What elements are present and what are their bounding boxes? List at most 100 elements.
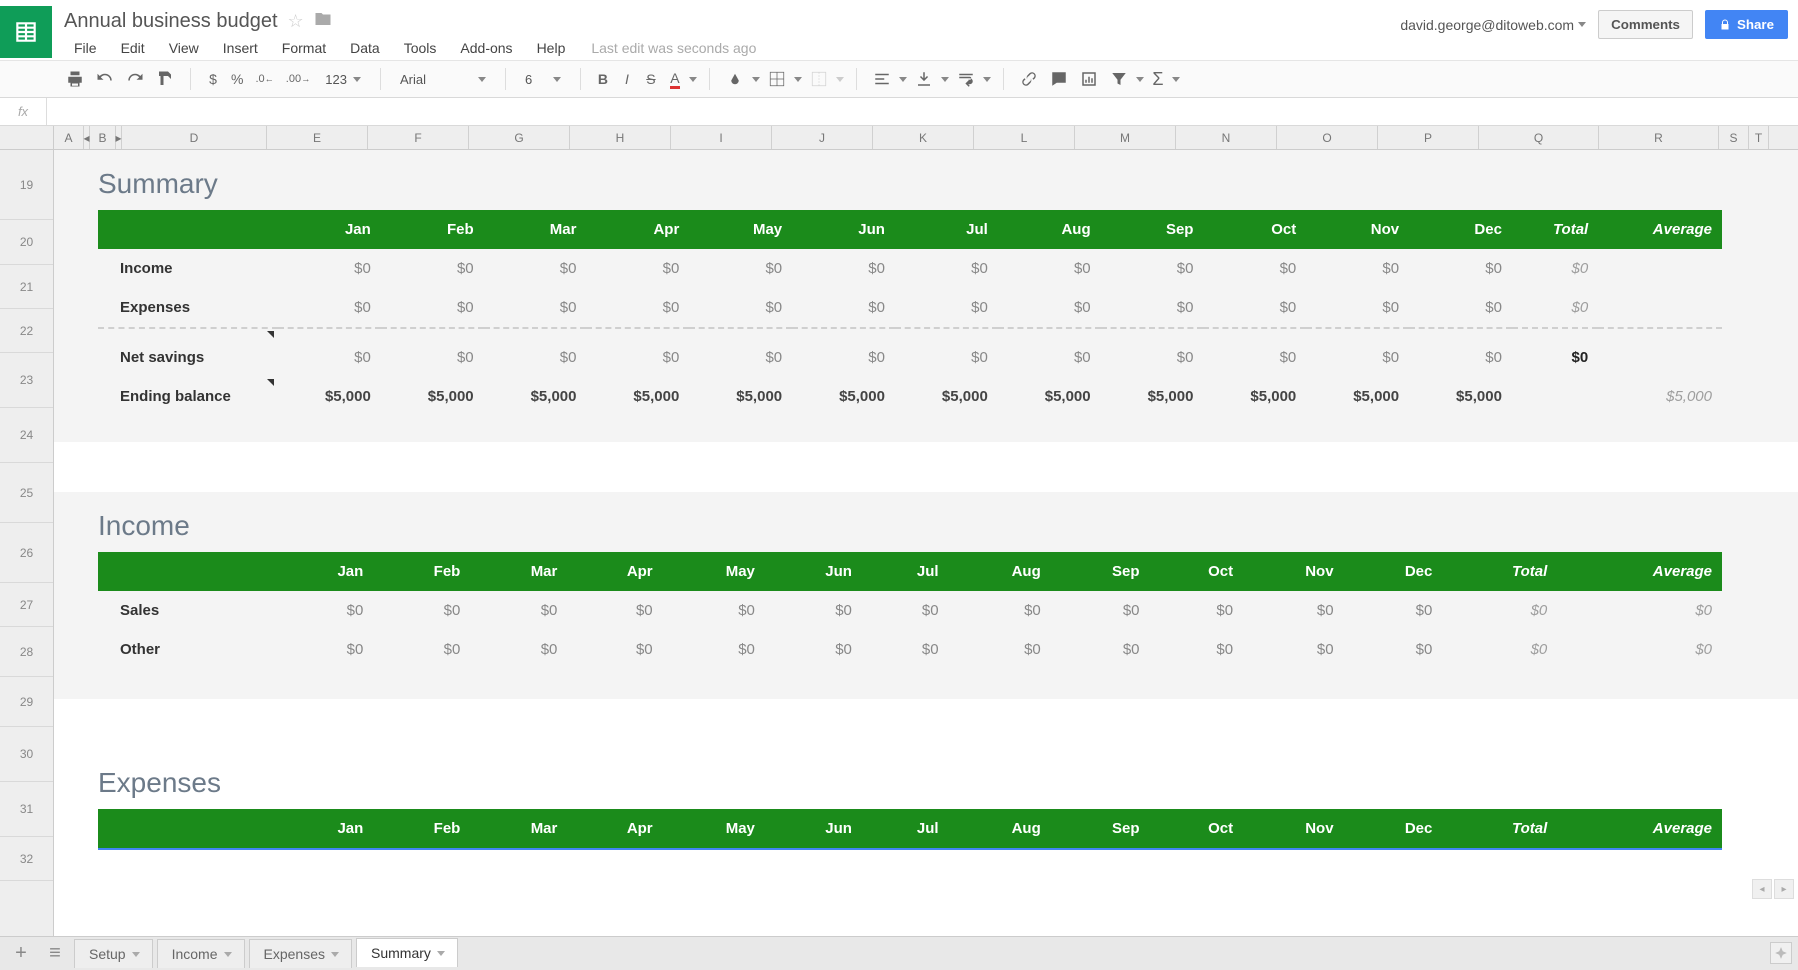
paint-format-icon[interactable] bbox=[152, 66, 178, 92]
row-header-24[interactable]: 24 bbox=[0, 408, 53, 463]
row-header-29[interactable]: 29 bbox=[0, 677, 53, 727]
format-percent[interactable]: % bbox=[227, 66, 247, 92]
summary-row-income[interactable]: Income $0$0$0$0$0$0$0$0$0$0$0$0 $0 bbox=[98, 249, 1722, 288]
col-header-P[interactable]: P bbox=[1378, 126, 1479, 149]
row-header-20[interactable]: 20 bbox=[0, 220, 53, 265]
menu-view[interactable]: View bbox=[159, 37, 209, 59]
col-header-I[interactable]: I bbox=[671, 126, 772, 149]
col-header-B[interactable]: B bbox=[90, 126, 116, 149]
expenses-table[interactable]: JanFebMarApr MayJunJulAug SepOctNovDec T… bbox=[98, 809, 1722, 850]
font-size-select[interactable]: 6 bbox=[518, 69, 568, 90]
user-email[interactable]: david.george@ditoweb.com bbox=[1400, 17, 1586, 33]
folder-icon[interactable] bbox=[314, 10, 332, 33]
row-header-32[interactable]: 32 bbox=[0, 837, 53, 881]
fill-color-button[interactable] bbox=[722, 66, 748, 92]
number-format-select[interactable]: 123 bbox=[318, 69, 368, 90]
menu-format[interactable]: Format bbox=[272, 37, 336, 59]
col-header-H[interactable]: H bbox=[570, 126, 671, 149]
row-header-22[interactable]: 22 bbox=[0, 309, 53, 353]
col-header-T[interactable]: T bbox=[1749, 126, 1769, 149]
col-header-O[interactable]: O bbox=[1277, 126, 1378, 149]
insert-link-icon[interactable] bbox=[1016, 66, 1042, 92]
scroll-left-icon[interactable]: ◂ bbox=[1752, 879, 1772, 899]
menu-edit[interactable]: Edit bbox=[111, 37, 155, 59]
increase-decimal[interactable]: .00→ bbox=[282, 66, 314, 92]
explore-button[interactable] bbox=[1770, 942, 1792, 964]
select-all-corner[interactable] bbox=[0, 126, 54, 149]
menu-file[interactable]: File bbox=[64, 37, 107, 59]
filter-icon[interactable] bbox=[1106, 66, 1132, 92]
italic-button[interactable]: I bbox=[617, 66, 637, 92]
redo-icon[interactable] bbox=[122, 66, 148, 92]
col-header-Q[interactable]: Q bbox=[1479, 126, 1599, 149]
last-edit-text: Last edit was seconds ago bbox=[579, 40, 756, 56]
spreadsheet-grid[interactable]: Summary JanFebMarApr MayJunJulAug SepOct… bbox=[54, 150, 1798, 939]
add-sheet-button[interactable]: + bbox=[6, 939, 36, 969]
borders-button[interactable] bbox=[764, 66, 790, 92]
menu-insert[interactable]: Insert bbox=[213, 37, 268, 59]
row-header-25[interactable]: 25 bbox=[0, 463, 53, 523]
tab-label: Summary bbox=[371, 945, 431, 961]
row-header-30[interactable]: 30 bbox=[0, 727, 53, 782]
text-color-label: A bbox=[670, 70, 679, 89]
col-header-S[interactable]: S bbox=[1719, 126, 1749, 149]
row-header-19[interactable]: 19 bbox=[0, 150, 53, 220]
sheet-tabs-bar: + ≡ Setup Income Expenses Summary bbox=[0, 936, 1798, 970]
v-align-button[interactable] bbox=[911, 66, 937, 92]
summary-row-expenses[interactable]: Expenses $0$0$0$0$0$0$0$0$0$0$0$0 $0 bbox=[98, 288, 1722, 328]
document-title[interactable]: Annual business budget bbox=[64, 10, 278, 33]
row-header-27[interactable]: 27 bbox=[0, 583, 53, 627]
insert-chart-icon[interactable] bbox=[1076, 66, 1102, 92]
col-header-K[interactable]: K bbox=[873, 126, 974, 149]
col-header-L[interactable]: L bbox=[974, 126, 1075, 149]
strike-button[interactable]: S bbox=[641, 66, 661, 92]
menu-help[interactable]: Help bbox=[527, 37, 576, 59]
col-header-A[interactable]: A bbox=[54, 126, 84, 149]
sheets-app-icon[interactable] bbox=[0, 6, 52, 58]
share-button[interactable]: Share bbox=[1705, 10, 1788, 39]
row-header-21[interactable]: 21 bbox=[0, 265, 53, 309]
comments-button[interactable]: Comments bbox=[1598, 10, 1693, 39]
row-header-26[interactable]: 26 bbox=[0, 523, 53, 583]
font-select[interactable]: Arial bbox=[393, 69, 493, 90]
insert-comment-icon[interactable] bbox=[1046, 66, 1072, 92]
col-header-F[interactable]: F bbox=[368, 126, 469, 149]
menu-addons[interactable]: Add-ons bbox=[450, 37, 522, 59]
income-row-other[interactable]: Other $0$0$0$0$0$0$0$0$0$0$0$0 $0$0 bbox=[98, 630, 1722, 669]
tab-setup[interactable]: Setup bbox=[74, 939, 153, 968]
col-header-N[interactable]: N bbox=[1176, 126, 1277, 149]
summary-row-ending[interactable]: Ending balance $5,000$5,000$5,000$5,000$… bbox=[98, 377, 1722, 416]
menu-tools[interactable]: Tools bbox=[394, 37, 447, 59]
wrap-button[interactable] bbox=[953, 66, 979, 92]
tab-expenses[interactable]: Expenses bbox=[249, 939, 352, 968]
format-currency[interactable]: $ bbox=[203, 66, 223, 92]
bold-button[interactable]: B bbox=[593, 66, 613, 92]
all-sheets-button[interactable]: ≡ bbox=[40, 939, 70, 969]
scroll-right-icon[interactable]: ▸ bbox=[1774, 879, 1794, 899]
undo-icon[interactable] bbox=[92, 66, 118, 92]
col-header-D[interactable]: D bbox=[122, 126, 267, 149]
col-header-G[interactable]: G bbox=[469, 126, 570, 149]
summary-row-net[interactable]: Net savings $0$0$0$0$0$0$0$0$0$0$0$0 $0 bbox=[98, 328, 1722, 377]
col-header-R[interactable]: R bbox=[1599, 126, 1719, 149]
text-color-button[interactable]: A bbox=[665, 66, 685, 92]
col-header-J[interactable]: J bbox=[772, 126, 873, 149]
income-table[interactable]: JanFebMarApr MayJunJulAug SepOctNovDec T… bbox=[98, 552, 1722, 669]
formula-input[interactable] bbox=[46, 98, 1798, 125]
menu-data[interactable]: Data bbox=[340, 37, 390, 59]
row-header-28[interactable]: 28 bbox=[0, 627, 53, 677]
row-header-23[interactable]: 23 bbox=[0, 353, 53, 408]
row-header-31[interactable]: 31 bbox=[0, 782, 53, 837]
functions-button[interactable]: Σ bbox=[1148, 66, 1168, 92]
star-icon[interactable]: ☆ bbox=[288, 11, 304, 32]
tab-income[interactable]: Income bbox=[157, 939, 245, 968]
col-header-E[interactable]: E bbox=[267, 126, 368, 149]
merge-cells-button[interactable] bbox=[806, 66, 832, 92]
h-align-button[interactable] bbox=[869, 66, 895, 92]
summary-table[interactable]: JanFebMarApr MayJunJulAug SepOctNovDec T… bbox=[98, 210, 1722, 416]
decrease-decimal[interactable]: .0← bbox=[251, 66, 277, 92]
income-row-sales[interactable]: Sales $0$0$0$0$0$0$0$0$0$0$0$0 $0$0 bbox=[98, 591, 1722, 630]
print-icon[interactable] bbox=[62, 66, 88, 92]
col-header-M[interactable]: M bbox=[1075, 126, 1176, 149]
tab-summary[interactable]: Summary bbox=[356, 938, 458, 967]
